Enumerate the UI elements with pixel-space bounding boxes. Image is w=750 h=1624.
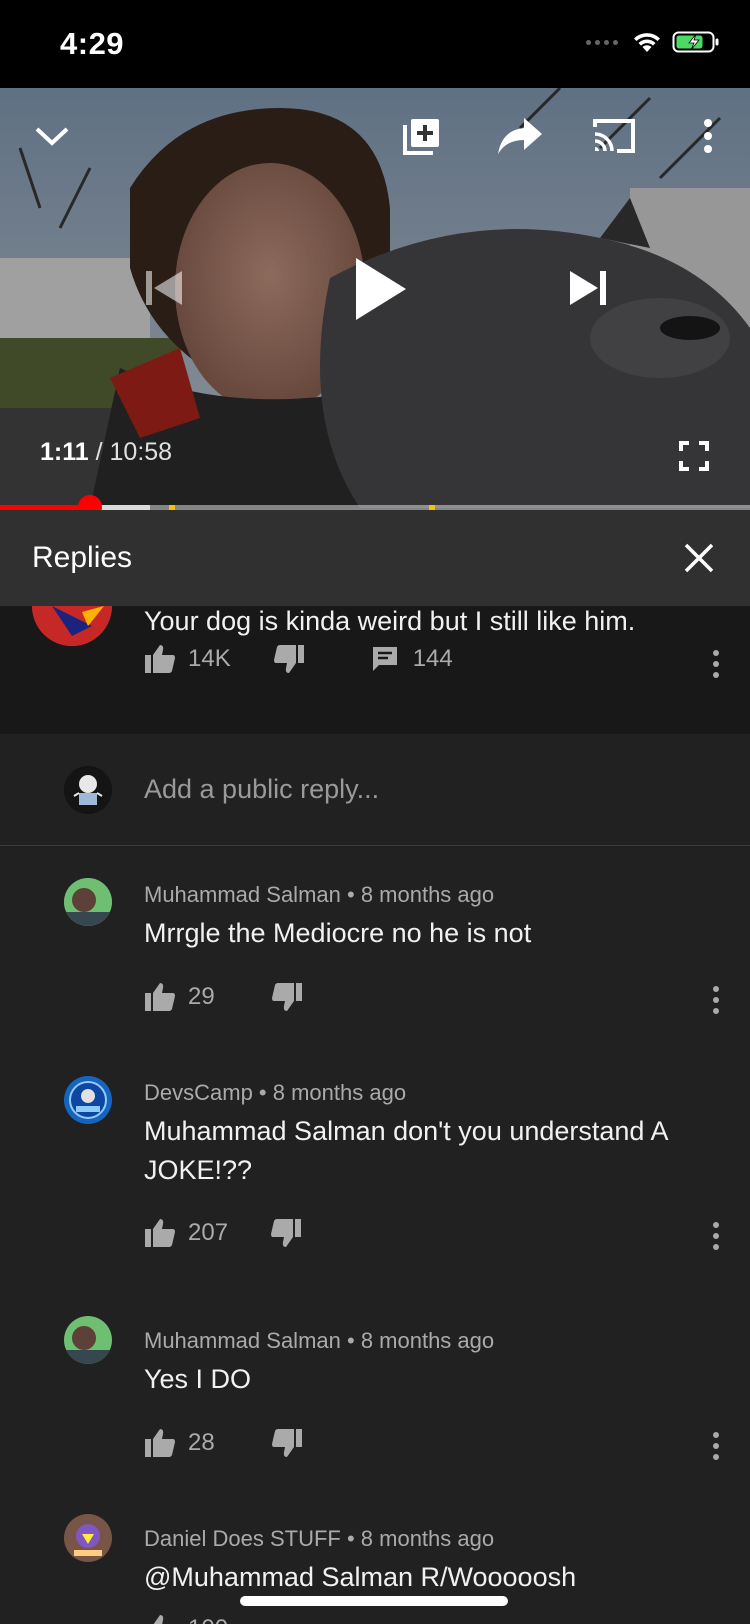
status-time: 4:29	[60, 26, 125, 61]
comment-age: 8 months ago	[360, 1526, 495, 1551]
fullscreen-icon[interactable]	[676, 438, 712, 474]
video-duration: 10:58	[109, 438, 173, 466]
comment-text: Muhammad Salman don't you understand A J…	[144, 1116, 667, 1185]
comment-meta: DevsCamp • 8 months ago	[144, 1080, 406, 1106]
minimize-chevron-down-icon[interactable]	[30, 114, 74, 158]
close-icon[interactable]	[682, 541, 716, 575]
reply-input[interactable]: Add a public reply...	[144, 774, 379, 805]
avatar[interactable]	[64, 1316, 112, 1364]
author-name[interactable]: DevsCamp	[144, 1080, 253, 1105]
comment-meta: Muhammad Salman • 8 months ago	[144, 882, 494, 908]
home-indicator[interactable]	[240, 1596, 508, 1606]
thumbs-up-icon	[145, 1219, 175, 1247]
wifi-icon	[634, 33, 660, 52]
dislike-button[interactable]	[271, 1428, 303, 1458]
replies-title: Replies	[32, 541, 133, 574]
comment-text: Mrrgle the Mediocre no he is not	[144, 918, 532, 948]
comment-meta: Muhammad Salman • 8 months ago	[144, 1328, 494, 1354]
like-button[interactable]: 29	[144, 982, 215, 1012]
status-bar: 4:29	[0, 0, 750, 88]
author-name[interactable]: Muhammad Salman	[144, 882, 341, 907]
add-to-playlist-icon[interactable]	[398, 112, 446, 160]
avatar[interactable]	[64, 878, 112, 926]
play-icon[interactable]	[348, 254, 414, 324]
avatar[interactable]	[64, 1076, 112, 1124]
dislike-button[interactable]	[270, 1218, 302, 1248]
parent-comment-actions: 14K 144	[144, 644, 453, 674]
avatar[interactable]	[64, 1514, 112, 1562]
comment-text: Yes I DO	[144, 1364, 252, 1394]
thumbs-up-icon	[145, 1429, 175, 1457]
time-separator: /	[88, 438, 110, 466]
battery-charging-icon	[672, 31, 719, 53]
like-count: 100	[188, 1615, 228, 1624]
like-count: 14K	[188, 645, 231, 672]
thumbs-up-icon	[145, 983, 175, 1011]
like-button[interactable]: 28	[144, 1428, 215, 1458]
thumbs-up-icon	[145, 645, 175, 673]
avatar	[64, 766, 112, 814]
parent-comment-text: Your dog is kinda weird but I still like…	[144, 606, 636, 636]
more-options-icon[interactable]	[696, 114, 720, 158]
list-item: Muhammad Salman • 8 months ago Mrrgle th…	[0, 846, 750, 1036]
cast-icon[interactable]	[590, 114, 638, 158]
meta-separator: •	[252, 1080, 273, 1105]
author-name[interactable]: Daniel Does STUFF	[144, 1526, 341, 1551]
next-video-icon[interactable]	[564, 266, 612, 310]
comment-actions: 29	[144, 982, 303, 1012]
author-name[interactable]: Muhammad Salman	[144, 1328, 341, 1353]
dislike-button[interactable]	[273, 644, 305, 674]
like-count: 29	[188, 983, 215, 1010]
avatar[interactable]	[32, 606, 112, 646]
thumbs-up-icon	[153, 1615, 164, 1624]
cellular-signal-icon	[586, 39, 618, 45]
list-item: DevsCamp • 8 months ago Muhammad Salman …	[0, 1044, 750, 1274]
meta-separator: •	[340, 882, 361, 907]
thumbs-down-icon	[271, 1429, 302, 1457]
meta-separator: •	[340, 1526, 361, 1551]
like-button[interactable]: 207	[144, 1218, 228, 1248]
add-reply-row[interactable]: Add a public reply...	[0, 734, 750, 846]
comment-meta: Daniel Does STUFF • 8 months ago	[144, 1526, 494, 1552]
comment-age: 8 months ago	[272, 1080, 407, 1105]
comment-menu-icon[interactable]	[712, 986, 720, 1014]
like-count: 207	[188, 1219, 229, 1246]
list-item: Muhammad Salman • 8 months ago Yes I DO …	[0, 1272, 750, 1462]
replies-count-button[interactable]: 144	[371, 645, 453, 673]
playback-time: 1:11 / 10:58	[40, 438, 172, 467]
comment-actions: 28	[144, 1428, 303, 1458]
like-button[interactable]: 14K	[144, 644, 231, 674]
comment-age: 8 months ago	[360, 882, 495, 907]
comment-menu-icon[interactable]	[712, 650, 720, 678]
video-player[interactable]: 1:11 / 10:58	[0, 88, 750, 508]
dislike-button[interactable]	[271, 982, 303, 1012]
comment-age: 8 months ago	[360, 1328, 495, 1353]
comment-text: @Muhammad Salman R/Wooooosh	[144, 1562, 577, 1592]
comment-icon	[372, 647, 397, 671]
comment-actions: 207	[144, 1218, 302, 1248]
comment-menu-icon[interactable]	[712, 1222, 720, 1250]
comment-actions: 100	[144, 1614, 228, 1624]
parent-comment: Your dog is kinda weird but I still like…	[0, 606, 750, 734]
previous-video-icon[interactable]	[140, 266, 188, 310]
thumbs-down-icon	[273, 645, 304, 673]
meta-separator: •	[340, 1328, 361, 1353]
reply-count: 144	[412, 645, 453, 672]
like-button[interactable]: 100	[144, 1614, 228, 1624]
share-icon[interactable]	[494, 114, 546, 158]
replies-header: Replies	[0, 510, 750, 606]
comment-menu-icon[interactable]	[712, 1432, 720, 1460]
like-count: 28	[188, 1429, 215, 1456]
current-time: 1:11	[40, 438, 89, 466]
status-icons	[586, 30, 720, 54]
thumbs-down-icon	[271, 983, 302, 1011]
thumbs-down-icon	[271, 1219, 302, 1247]
